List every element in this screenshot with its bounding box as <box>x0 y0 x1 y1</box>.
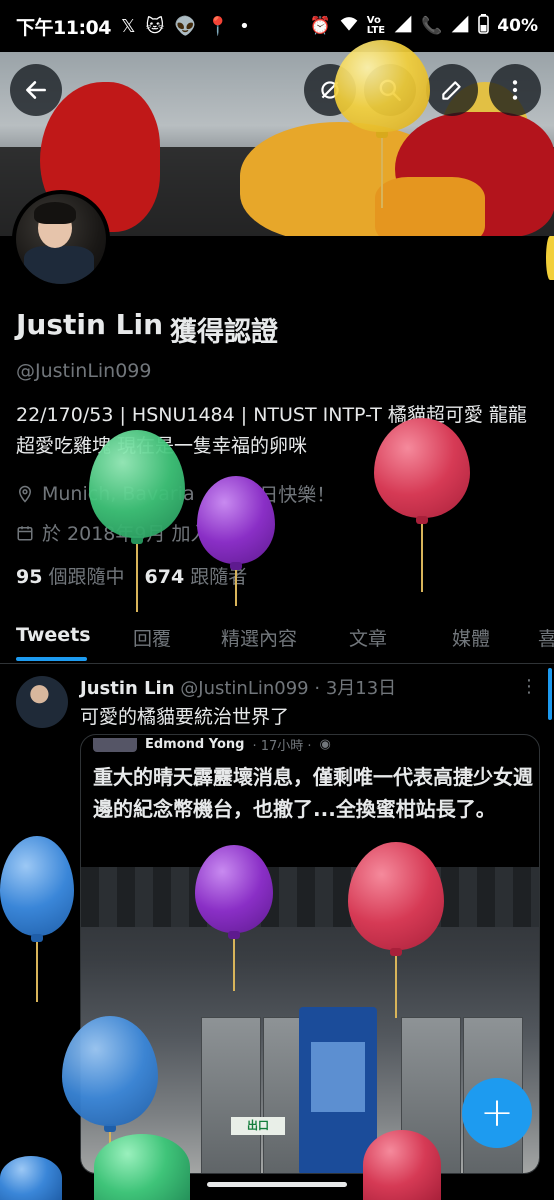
image-panel <box>401 1017 461 1173</box>
tab-articles[interactable]: 文章 <box>349 624 387 651</box>
signal-icon <box>393 14 413 39</box>
balloon-knot <box>416 516 428 524</box>
status-time: 下午11:04 <box>16 16 111 39</box>
profile-avatar[interactable] <box>12 190 110 288</box>
signal-icon <box>450 14 470 39</box>
battery-level: 40% <box>497 16 538 36</box>
following-count: 95 <box>16 566 43 588</box>
tab-replies[interactable]: 回覆 <box>133 624 171 651</box>
bio-line: 超愛吃雞塊 現在是一隻幸福的卵咪 <box>16 435 308 457</box>
back-button[interactable] <box>10 64 62 116</box>
tab-media[interactable]: 媒體 <box>452 624 490 651</box>
refresh-icon <box>321 81 339 99</box>
tab-likes[interactable]: 喜 <box>538 624 554 651</box>
more-vertical-icon <box>512 80 518 100</box>
tab-tweets[interactable]: Tweets <box>16 624 91 646</box>
quote-text: 重大的晴天霹靂壞消息，僅剩唯一代表高捷少女週邊的紀念幣機台，也撤了...全換蜜柑… <box>93 765 533 821</box>
tweet-date[interactable]: · 3月13日 <box>314 678 396 699</box>
notification-icons: 𝕏 🐱 👽 📍 • <box>121 16 250 37</box>
tweet-author[interactable]: Justin Lin <box>80 678 175 699</box>
followers-label: 跟隨者 <box>190 566 248 588</box>
scroll-indicator <box>548 668 552 720</box>
location-icon <box>18 485 32 503</box>
back-arrow-icon <box>26 81 46 99</box>
avatar-hair <box>34 202 76 224</box>
image-exit-sign: 出口 <box>231 1117 285 1135</box>
balloon-body <box>0 1156 62 1200</box>
balloon-string <box>36 942 38 1002</box>
plus-icon: + <box>480 1090 514 1136</box>
followers-link[interactable]: 674 跟隨者 <box>145 562 248 589</box>
dot-icon: • <box>239 15 250 37</box>
active-tab-indicator <box>16 657 87 661</box>
profile-birthday: 生日快樂！ <box>240 484 336 506</box>
location-icon: 📍 <box>206 15 230 37</box>
battery-icon <box>478 13 490 39</box>
profile-meta-location: Munich, Bavaria 🎈 生日快樂！ <box>16 480 335 507</box>
tweet-text: 可愛的橘貓要統治世界了 <box>80 706 290 728</box>
search-button[interactable] <box>364 64 416 116</box>
reddit-icon: 👽 <box>174 15 197 37</box>
globe-icon: ◉ <box>319 737 331 752</box>
banner-orange-plush <box>375 177 485 236</box>
get-verified-link[interactable]: 獲得認證 <box>170 310 278 349</box>
quote-header: Edmond Yong · 17小時 · ◉ <box>93 735 331 754</box>
profile-meta-joined: 於 2018年9月 加入 › <box>16 519 225 546</box>
balloon-body <box>546 236 554 280</box>
avatar-shirt <box>24 246 94 284</box>
refresh-button[interactable] <box>304 64 356 116</box>
x-icon: 𝕏 <box>120 15 136 37</box>
quote-author: Edmond Yong <box>145 737 245 752</box>
more-button[interactable] <box>489 64 541 116</box>
quote-time: · 17小時 · <box>252 739 312 754</box>
chevron-right-icon[interactable]: › <box>218 522 226 544</box>
calendar-icon <box>17 525 33 540</box>
balloon-body <box>0 836 74 936</box>
search-icon <box>379 79 401 101</box>
quote-avatar <box>93 737 137 752</box>
profile-tabs: Tweets 回覆 精選內容 文章 媒體 喜 <box>0 608 554 664</box>
image-machine-screen <box>311 1042 365 1112</box>
balloon-blue <box>0 836 74 1002</box>
cat-icon: 🐱 <box>145 15 165 37</box>
tweet-header: Justin Lin @JustinLin099 · 3月13日 <box>80 674 396 700</box>
image-ceiling <box>81 867 539 927</box>
alarm-icon: ⏰ <box>309 16 331 36</box>
status-bar: 下午11:04 𝕏 🐱 👽 📍 • ⏰ Vo LTE 📞 40% <box>0 0 554 52</box>
profile-handle: @JustinLin099 <box>16 360 152 382</box>
follow-stats: 95 個跟隨中 674 跟隨者 <box>16 562 247 589</box>
following-link[interactable]: 95 個跟隨中 <box>16 562 125 589</box>
balloon-knot <box>31 934 43 942</box>
following-label: 個跟隨中 <box>48 566 125 588</box>
wifi-icon <box>339 14 359 39</box>
tweet-handle[interactable]: @JustinLin099 <box>180 678 308 699</box>
compose-tweet-button[interactable]: + <box>462 1078 532 1148</box>
tweet-avatar[interactable] <box>16 676 68 728</box>
balloon-icon: 🎈 <box>208 483 233 505</box>
call-icon: 📞 <box>421 16 443 36</box>
tweet-more-icon[interactable]: ⋮ <box>520 676 538 697</box>
bio-line: 22/170/53 | HSNU1484 | NTUST INTP-T 橘貓超可… <box>16 404 527 426</box>
home-indicator[interactable] <box>207 1182 347 1187</box>
image-panel <box>201 1017 261 1173</box>
edit-icon <box>442 81 461 100</box>
profile-joined: 於 2018年9月 加入 <box>42 523 210 545</box>
volte-icon: Vo LTE <box>366 15 386 36</box>
profile-bio: 22/170/53 | HSNU1484 | NTUST INTP-T 橘貓超可… <box>16 400 546 462</box>
edit-button[interactable] <box>426 64 478 116</box>
balloon-yellow <box>546 236 554 280</box>
profile-location: Munich, Bavaria <box>42 482 195 505</box>
profile-name: Justin Lin <box>16 308 164 341</box>
balloon-string <box>421 524 423 592</box>
balloon-blue <box>0 1156 62 1200</box>
system-icons: ⏰ Vo LTE 📞 40% <box>309 13 538 39</box>
tab-highlights[interactable]: 精選內容 <box>221 624 297 651</box>
followers-count: 674 <box>144 566 185 588</box>
